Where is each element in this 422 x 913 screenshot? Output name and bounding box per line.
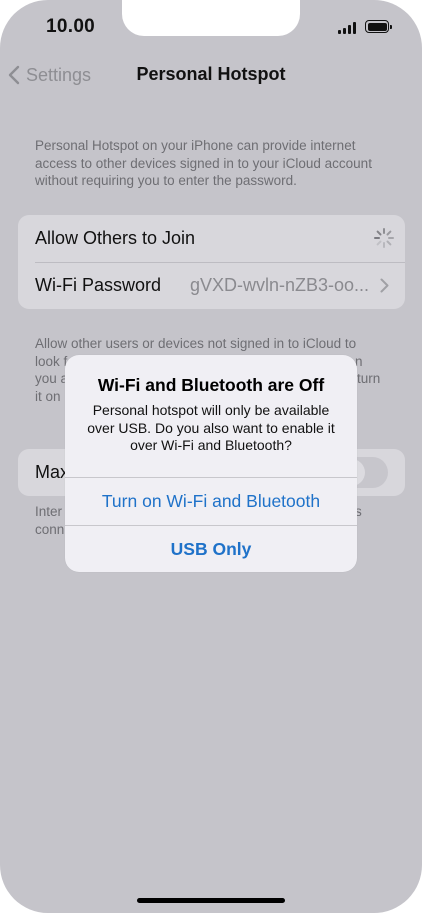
usb-only-button[interactable]: USB Only (65, 525, 357, 572)
alert-title: Wi-Fi and Bluetooth are Off (97, 375, 325, 395)
home-indicator[interactable] (137, 898, 285, 903)
turn-on-wifi-bluetooth-button[interactable]: Turn on Wi-Fi and Bluetooth (65, 477, 357, 525)
wifi-password-row[interactable]: Wi-Fi Password gVXD-wvln-nZB3-oo... (18, 262, 405, 309)
chevron-right-icon (380, 278, 389, 293)
allow-note-line: look f (35, 353, 68, 369)
loading-spinner-icon (374, 228, 394, 248)
hotspot-settings-group: Allow Others to Join Wi-Fi Password gVXD… (18, 215, 405, 309)
allow-note-line: Allow other users or devices not signed … (35, 336, 357, 351)
wifi-password-label: Wi-Fi Password (35, 275, 162, 295)
intro-text: Personal Hotspot on your iPhone can prov… (35, 138, 372, 188)
phone-screen: 10.00 Settings Personal Hotspot Personal… (0, 0, 422, 913)
wifi-password-value: gVXD-wvln-nZB3-oo... (189, 275, 369, 295)
allow-note-line: you a (35, 371, 69, 386)
page-title: Personal Hotspot (136, 64, 286, 84)
status-time: 10.00 (46, 16, 96, 37)
notch (122, 0, 300, 36)
bottom-note-line: Inter (35, 504, 63, 519)
allow-others-label: Allow Others to Join (35, 228, 196, 248)
battery-icon (365, 20, 392, 33)
cellular-signal-icon (338, 22, 358, 34)
alert-dialog: Wi-Fi and Bluetooth are Off Personal hot… (65, 355, 357, 572)
maximize-compatibility-label: Max (35, 462, 70, 482)
allow-note-line: turn (357, 371, 381, 386)
alert-message: Personal hotspot will only be available … (87, 402, 335, 453)
allow-others-row[interactable]: Allow Others to Join (18, 215, 405, 262)
